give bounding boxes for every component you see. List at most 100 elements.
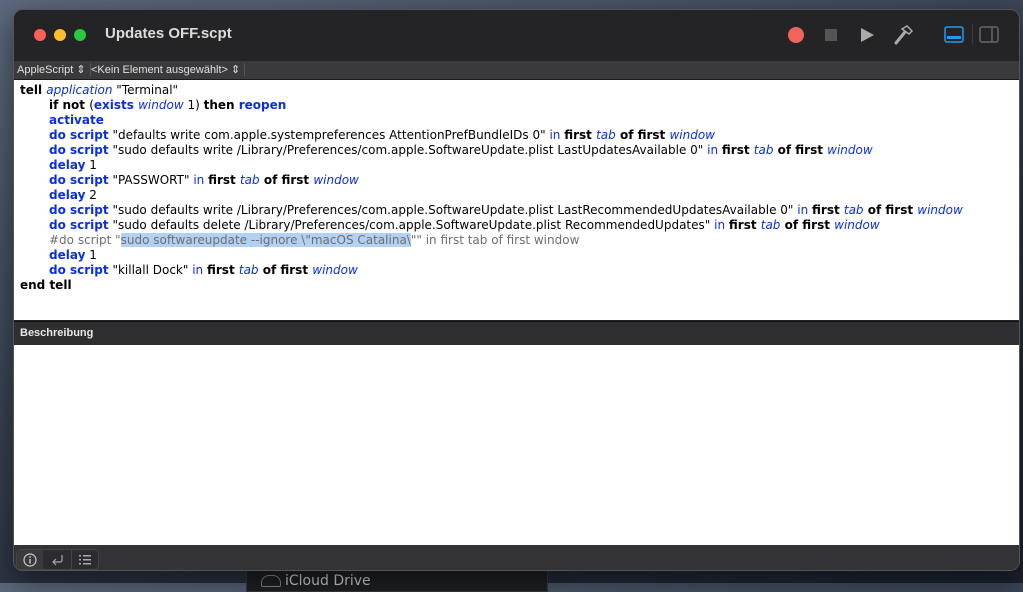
code-token: tell <box>20 83 47 97</box>
code-token: delay <box>49 158 86 172</box>
code-token: tab <box>238 263 259 277</box>
code-token: window <box>827 143 873 157</box>
code-token: 1 <box>85 248 97 262</box>
code-token: of first <box>615 128 670 142</box>
minimize-button[interactable] <box>54 29 66 41</box>
log-tab[interactable] <box>71 550 98 569</box>
description-header: Beschreibung <box>14 321 1019 346</box>
code-token: "PASSWORT" <box>108 173 194 187</box>
code-token: tab <box>753 143 774 157</box>
code-line: do script "defaults write com.apple.syst… <box>14 128 1019 143</box>
code-token: first <box>208 173 240 187</box>
language-label: AppleScript <box>17 64 74 76</box>
code-line: delay 2 <box>14 188 1019 203</box>
code-line: do script "sudo defaults write /Library/… <box>14 203 1019 218</box>
code-token: "killall Dock" <box>108 263 193 277</box>
zoom-button[interactable] <box>74 29 86 41</box>
code-token: application <box>46 83 113 97</box>
code-token: "sudo defaults write /Library/Preference… <box>108 203 798 217</box>
chevron-updown-icon: ⇕ <box>76 64 86 76</box>
show-log-toggle[interactable] <box>943 24 965 46</box>
result-tab[interactable] <box>44 550 70 569</box>
code-token: in <box>707 143 722 157</box>
code-token: "defaults write com.apple.systempreferen… <box>108 128 550 142</box>
show-library-toggle[interactable] <box>978 24 1000 46</box>
element-selector[interactable]: <Kein Element ausgewählt> ⇕ <box>91 63 246 76</box>
code-token: window <box>669 128 715 142</box>
record-icon <box>788 27 804 43</box>
code-line: tell application "Terminal" <box>14 83 1019 98</box>
code-token: of first <box>780 218 835 232</box>
code-token: 1) <box>183 98 204 112</box>
title-bar: Updates OFF.scpt <box>14 10 1019 61</box>
hammer-icon <box>894 25 914 45</box>
code-token: in <box>549 128 565 142</box>
code-token: reopen <box>238 98 287 112</box>
language-selector[interactable]: AppleScript ⇕ <box>17 63 91 76</box>
code-token: in <box>192 263 207 277</box>
code-token: in <box>193 173 209 187</box>
code-token: 1 <box>85 158 97 172</box>
view-segmented-control <box>16 549 99 570</box>
code-token: do script <box>49 173 109 187</box>
script-editor[interactable]: tell application "Terminal" if not (exist… <box>14 80 1019 320</box>
description-tab[interactable] <box>17 550 43 569</box>
code-token: then <box>203 98 239 112</box>
chevron-updown-icon: ⇕ <box>231 64 241 76</box>
icloud-drive-label: iCloud Drive <box>285 573 371 589</box>
code-line: if not (exists window 1) then reopen <box>14 98 1019 113</box>
code-token: window <box>834 218 880 232</box>
code-token: of first <box>258 263 313 277</box>
record-button[interactable] <box>785 24 807 46</box>
code-token: do script <box>49 143 109 157</box>
code-token: #do script " <box>49 233 121 247</box>
code-token: tab <box>239 173 260 187</box>
code-line: activate <box>14 113 1019 128</box>
code-token: exists <box>93 98 139 112</box>
code-token: window <box>312 263 358 277</box>
icloud-icon <box>261 575 281 587</box>
window-title: Updates OFF.scpt <box>105 25 232 42</box>
close-button[interactable] <box>34 29 46 41</box>
info-icon <box>23 552 37 567</box>
code-line: do script "killall Dock" in first tab of… <box>14 263 1019 278</box>
code-token: in <box>797 203 812 217</box>
code-token: of first <box>773 143 828 157</box>
code-token: first <box>728 218 761 232</box>
code-token: first <box>721 143 754 157</box>
element-label: <Kein Element ausgewählt> <box>91 64 228 76</box>
code-token: "" in first tab of first window <box>410 233 580 247</box>
code-token: window <box>313 173 359 187</box>
code-token: tab <box>843 203 864 217</box>
script-editor-window: Updates OFF.scpt AppleScript ⇕ <Kein Ele… <box>13 9 1020 571</box>
code-token: of first <box>863 203 918 217</box>
code-line: do script "sudo defaults write /Library/… <box>14 143 1019 158</box>
compile-button[interactable] <box>892 24 914 46</box>
code-line: #do script "sudo softwareupdate --ignore… <box>14 233 1019 248</box>
code-line: delay 1 <box>14 158 1019 173</box>
side-panel-icon <box>979 26 999 43</box>
code-token: 2 <box>85 188 97 202</box>
code-token: do script <box>49 203 109 217</box>
stop-icon <box>825 29 837 41</box>
stop-button[interactable] <box>820 24 842 46</box>
code-line: do script "sudo defaults delete /Library… <box>14 218 1019 233</box>
code-token: first <box>206 263 239 277</box>
code-token: delay <box>49 248 86 262</box>
code-token: in <box>714 218 729 232</box>
code-token: window <box>917 203 963 217</box>
code-token: if not <box>49 98 90 112</box>
code-token: first <box>564 128 597 142</box>
code-line: end tell <box>14 278 1019 293</box>
code-token: activate <box>49 113 104 127</box>
run-button[interactable] <box>856 24 878 46</box>
code-token: do script <box>49 218 109 232</box>
code-token: delay <box>49 188 86 202</box>
code-token: "sudo defaults write /Library/Preference… <box>108 143 708 157</box>
toolbar-divider <box>972 24 973 44</box>
description-field[interactable] <box>14 345 1019 545</box>
bottom-bar <box>14 545 1019 570</box>
code-token: of first <box>259 173 314 187</box>
code-token: do script <box>49 128 109 142</box>
code-token: "sudo defaults delete /Library/Preferenc… <box>108 218 715 232</box>
